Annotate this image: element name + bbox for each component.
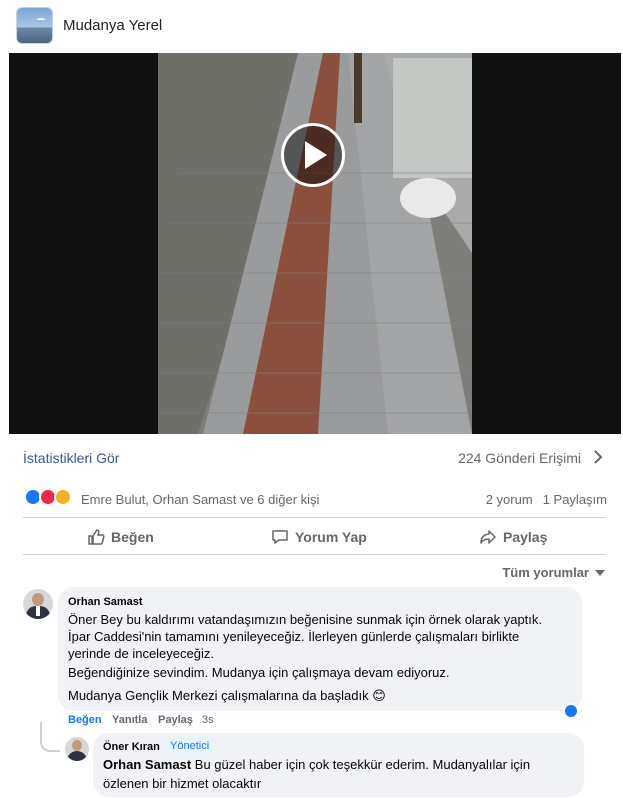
shares-count[interactable]: 1 Paylaşım xyxy=(543,492,607,507)
comment-button[interactable]: Yorum Yap xyxy=(271,518,367,555)
comment-icon xyxy=(272,529,288,544)
like-button[interactable]: Beğen xyxy=(87,518,154,555)
care-icon xyxy=(54,488,72,506)
chevron-down-icon xyxy=(595,569,605,576)
reply-text-line: Orhan Samast Bu güzel haber için çok teş… xyxy=(103,757,530,772)
reply-text: Bu güzel haber için çok teşekkür ederim.… xyxy=(194,757,531,772)
reply-thread-line xyxy=(40,722,60,752)
comment-label: Yorum Yap xyxy=(295,528,367,545)
reactions-summary: Emre Bulut, Orhan Samast ve 6 diğer kişi… xyxy=(0,486,623,512)
comment-filter-label: Tüm yorumlar xyxy=(502,565,589,580)
chevron-right-icon[interactable] xyxy=(593,449,603,465)
video-frame xyxy=(158,53,472,434)
comment-filter-dropdown[interactable]: Tüm yorumlar xyxy=(502,565,605,580)
reply-text-line: özlenen bir hizmet olacaktır xyxy=(103,776,262,791)
engagement-counts: 2 yorum 1 Paylaşım xyxy=(486,492,607,507)
comment-text-line: Beğendiğinize sevindim. Mudanya için çal… xyxy=(68,665,450,680)
video-player[interactable] xyxy=(9,53,621,434)
share-button[interactable]: Paylaş xyxy=(479,518,547,555)
post-reach[interactable]: 224 Gönderi Erişimi xyxy=(458,450,581,466)
comment-timestamp[interactable]: 3s xyxy=(202,714,214,726)
reaction-names[interactable]: Emre Bulut, Orhan Samast ve 6 diğer kişi xyxy=(81,492,319,507)
page-avatar[interactable] xyxy=(16,7,53,44)
reaction-icons[interactable] xyxy=(24,488,76,508)
stats-row: İstatistikleri Gör 224 Gönderi Erişimi xyxy=(0,435,623,479)
comment-author[interactable]: Orhan Samast xyxy=(68,596,143,608)
share-icon xyxy=(480,529,496,544)
avatar-head xyxy=(72,740,82,751)
post-header: Mudanya Yerel xyxy=(0,0,623,52)
comments-count[interactable]: 2 yorum xyxy=(486,492,533,507)
comment-text-line: Mudanya Gençlik Merkezi çalışmalarına da… xyxy=(68,688,386,703)
comment-like-link[interactable]: Beğen xyxy=(68,714,102,726)
comment-reply-link[interactable]: Yanıtla xyxy=(112,714,147,726)
comment-text-line: yerinde de inceleyeceğiz. xyxy=(68,646,214,661)
view-insights-link[interactable]: İstatistikleri Gör xyxy=(23,450,119,466)
bird-icon xyxy=(37,18,45,21)
comment-text-line: Öner Bey bu kaldırımı vatandaşımızın beğ… xyxy=(68,612,543,627)
comment-bubble: Orhan Samast Öner Bey bu kaldırımı vatan… xyxy=(58,587,582,711)
mention-link[interactable]: Orhan Samast xyxy=(103,757,191,772)
avatar[interactable] xyxy=(65,737,89,761)
play-button[interactable] xyxy=(281,123,345,187)
avatar[interactable] xyxy=(23,589,53,619)
avatar-head xyxy=(32,593,44,606)
avatar-suit xyxy=(67,751,87,761)
like-label: Beğen xyxy=(111,528,154,545)
comment-share-link[interactable]: Paylaş xyxy=(158,714,193,726)
avatar-shirt xyxy=(36,606,40,616)
reply-author[interactable]: Öner Kıran xyxy=(103,741,160,753)
thumbs-up-icon xyxy=(88,528,105,545)
comment-text-line: İpar Caddesi'nin tamamını yenileyeceğiz.… xyxy=(68,629,520,644)
reply-bubble: Öner Kıran Yönetici Orhan Samast Bu güze… xyxy=(93,733,584,797)
action-bar: Beğen Yorum Yap Paylaş xyxy=(23,517,605,555)
like-icon[interactable] xyxy=(563,703,579,719)
page-name[interactable]: Mudanya Yerel xyxy=(63,17,162,34)
share-label: Paylaş xyxy=(503,528,548,545)
sidewalk-thumbnail xyxy=(158,53,472,434)
admin-badge: Yönetici xyxy=(165,738,215,754)
play-icon xyxy=(305,141,327,169)
